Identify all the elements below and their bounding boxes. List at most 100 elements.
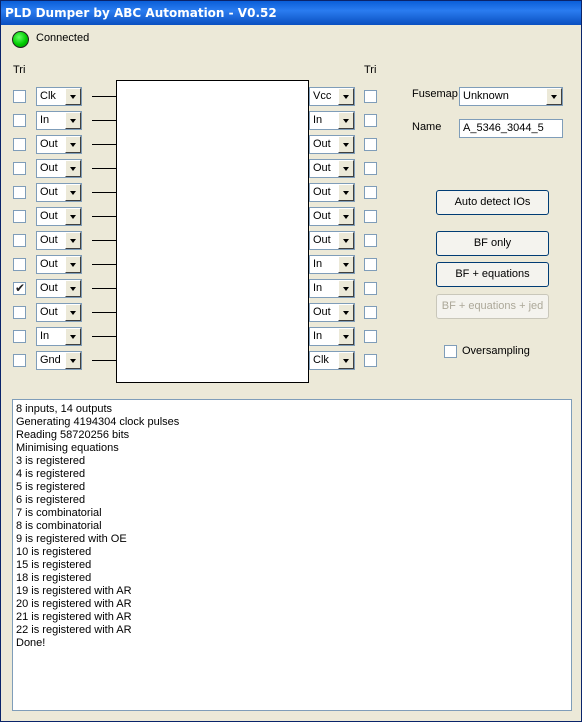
tri-checkbox-right-15[interactable] [364,306,377,319]
chevron-down-icon[interactable] [65,160,81,177]
chevron-down-icon[interactable] [338,136,354,153]
log-line: 18 is registered [16,572,92,584]
auto-detect-button[interactable]: Auto detect IOs [436,190,549,215]
chevron-down-icon[interactable] [338,352,354,369]
status-text: Connected [36,32,90,44]
tri-checkbox-left-6[interactable] [13,210,26,223]
window-title: PLD Dumper by ABC Automation - V0.52 [1,1,581,25]
pin-mode-select-20[interactable]: Out [309,183,355,202]
pin-mode-select-9[interactable]: Out [36,279,82,298]
pin-mode-select-3[interactable]: Out [36,135,82,154]
log-line: 4 is registered [16,468,86,480]
pin-mode-select-18[interactable]: Out [309,231,355,250]
pin-mode-select-22[interactable]: Out [309,135,355,154]
pin-mode-select-24[interactable]: Vcc [309,87,355,106]
chevron-down-icon[interactable] [338,304,354,321]
chevron-down-icon[interactable] [65,136,81,153]
tri-label-left: Tri [13,64,26,76]
chevron-down-icon[interactable] [65,88,81,105]
status-led-icon [12,31,29,48]
tri-checkbox-left-5[interactable] [13,186,26,199]
chevron-down-icon[interactable] [338,112,354,129]
tri-checkbox-left-2[interactable] [13,114,26,127]
pin-mode-select-1[interactable]: Clk [36,87,82,106]
pin-mode-select-2[interactable]: In [36,111,82,130]
tri-checkbox-left-8[interactable] [13,258,26,271]
chevron-down-icon[interactable] [65,304,81,321]
tri-checkbox-left-7[interactable] [13,234,26,247]
log-line: Generating 4194304 clock pulses [16,416,180,428]
chevron-down-icon[interactable] [65,328,81,345]
pin-mode-select-8[interactable]: Out [36,255,82,274]
pin-mode-select-4[interactable]: Out [36,159,82,178]
tri-checkbox-right-16[interactable] [364,282,377,295]
pin-mode-select-6[interactable]: Out [36,207,82,226]
pin-mode-value: Out [40,282,58,294]
tri-checkbox-right-19[interactable] [364,210,377,223]
pin-mode-select-19[interactable]: Out [309,207,355,226]
tri-checkbox-left-11[interactable] [13,330,26,343]
pin-mode-select-21[interactable]: Out [309,159,355,178]
tri-checkbox-right-14[interactable] [364,330,377,343]
tri-checkbox-right-24[interactable] [364,90,377,103]
chevron-down-icon[interactable] [338,184,354,201]
log-line: Done! [16,637,46,649]
chevron-down-icon[interactable] [65,256,81,273]
tri-checkbox-left-12[interactable] [13,354,26,367]
tri-checkbox-left-10[interactable] [13,306,26,319]
pin-mode-select-23[interactable]: In [309,111,355,130]
chevron-down-icon[interactable] [65,112,81,129]
chevron-down-icon[interactable] [338,208,354,225]
name-field[interactable]: A_5346_3044_5 [459,119,563,138]
pin-mode-select-11[interactable]: In [36,327,82,346]
chevron-down-icon[interactable] [65,184,81,201]
tri-label-right: Tri [364,64,377,76]
pin-mode-select-15[interactable]: Out [309,303,355,322]
pin-mode-value: Out [313,210,331,222]
bf-equations-button[interactable]: BF + equations [436,262,549,287]
chevron-down-icon[interactable] [338,232,354,249]
log-line: 22 is registered with AR [16,624,132,636]
tri-checkbox-left-4[interactable] [13,162,26,175]
pin-mode-select-17[interactable]: In [309,255,355,274]
pin-mode-select-7[interactable]: Out [36,231,82,250]
chevron-down-icon[interactable] [338,88,354,105]
pin-mode-select-13[interactable]: Clk [309,351,355,370]
chevron-down-icon[interactable] [65,352,81,369]
pin-mode-value: Out [313,138,331,150]
tri-checkbox-right-21[interactable] [364,162,377,175]
output-log[interactable]: 8 inputs, 14 outputs Generating 4194304 c… [12,399,572,711]
chevron-down-icon[interactable] [338,256,354,273]
pin-mode-value: Clk [313,354,329,366]
pin-mode-select-12[interactable]: Gnd [36,351,82,370]
pin-mode-value: Out [313,234,331,246]
tri-checkbox-left-3[interactable] [13,138,26,151]
tri-checkbox-left-1[interactable] [13,90,26,103]
pin-connector-5 [92,192,116,193]
pin-mode-value: Out [40,138,58,150]
pin-mode-select-5[interactable]: Out [36,183,82,202]
bf-only-button[interactable]: BF only [436,231,549,256]
pin-mode-select-16[interactable]: In [309,279,355,298]
chevron-down-icon[interactable] [338,328,354,345]
chevron-down-icon[interactable] [65,208,81,225]
pin-mode-select-14[interactable]: In [309,327,355,346]
chevron-down-icon[interactable] [338,280,354,297]
chevron-down-icon[interactable] [65,232,81,249]
oversampling-checkbox[interactable] [444,345,457,358]
pin-mode-value: Vcc [313,90,332,102]
tri-checkbox-right-20[interactable] [364,186,377,199]
chevron-down-icon[interactable] [546,88,562,105]
pin-connector-3 [92,144,116,145]
chevron-down-icon[interactable] [338,160,354,177]
tri-checkbox-left-9[interactable]: ✔ [13,281,26,295]
tri-checkbox-right-23[interactable] [364,114,377,127]
tri-checkbox-right-22[interactable] [364,138,377,151]
tri-checkbox-right-17[interactable] [364,258,377,271]
chevron-down-icon[interactable] [65,280,81,297]
pin-mode-select-10[interactable]: Out [36,303,82,322]
bf-equations-jed-button[interactable]: BF + equations + jed [436,294,549,319]
tri-checkbox-right-18[interactable] [364,234,377,247]
tri-checkbox-right-13[interactable] [364,354,377,367]
fusemap-select[interactable]: Unknown [459,87,563,106]
